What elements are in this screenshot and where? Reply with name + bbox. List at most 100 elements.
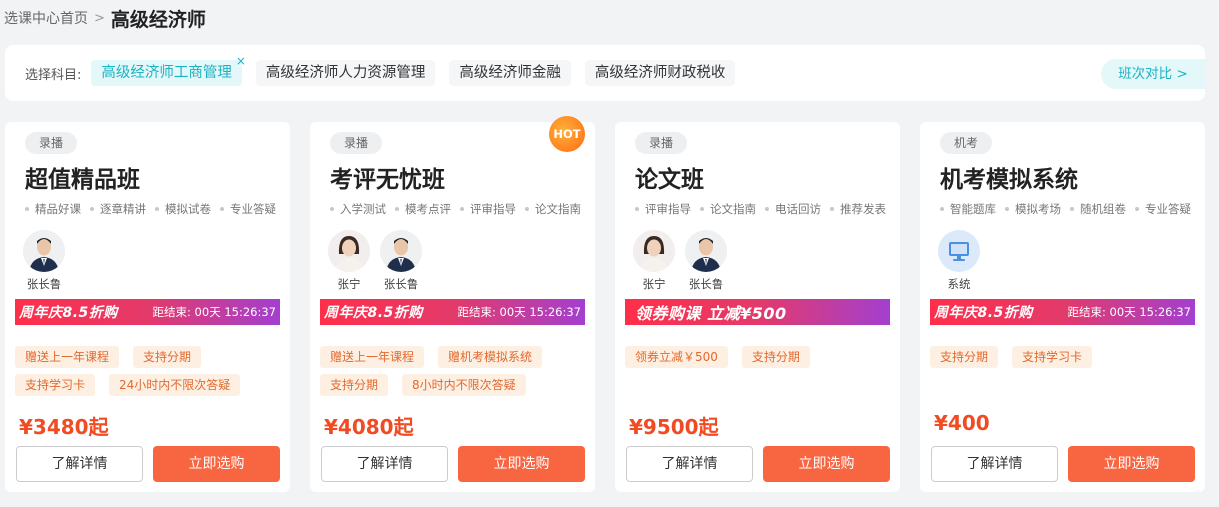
detail-button[interactable]: 了解详情 [16,446,143,482]
teacher[interactable]: 张宁 [326,230,372,292]
feature-item: 电话回访 [765,201,821,217]
buy-button[interactable]: 立即选购 [1068,446,1195,482]
buy-button[interactable]: 立即选购 [153,446,280,482]
teacher-name: 张长鲁 [383,277,419,291]
perk-tag: 8小时内不限次答疑 [402,374,526,396]
feature-item: 逐章精讲 [90,201,146,217]
feature-item: 模拟考场 [1005,201,1061,217]
course-type-badge: 录播 [25,132,77,154]
subject-label: 选择科目: [25,67,82,83]
teacher-list: 系统 [936,230,988,292]
course-features: 精品好课 逐章精讲 模拟试卷 专业答疑 [25,201,285,217]
teacher[interactable]: 张长鲁 [683,230,729,292]
avatar [633,230,675,272]
feature-item: 评审指导 [635,201,691,217]
buy-button[interactable]: 立即选购 [763,446,890,482]
feature-item: 智能题库 [940,201,996,217]
promo-banner: 周年庆8.5折购 距结束: 00天 15:26:37 [320,299,585,325]
promo-countdown: 距结束: 00天 15:26:37 [1067,305,1191,319]
promo-title: 周年庆8.5折购 [934,305,1033,321]
feature-item: 推荐发表 [830,201,886,217]
teacher[interactable]: 系统 [936,230,982,292]
subject-tag-label: 高级经济师工商管理 [101,65,232,81]
hot-badge: HOT [549,116,585,152]
breadcrumb-separator: > [94,10,105,26]
course-features: 入学测试 模考点评 评审指导 论文指南 [330,201,590,217]
perk-tag: 赠机考模拟系统 [438,346,543,368]
buy-button[interactable]: 立即选购 [458,446,585,482]
page-title: 高级经济师 [110,8,206,31]
teacher[interactable]: 张长鲁 [21,230,67,292]
teacher[interactable]: 张宁 [631,230,677,292]
course-title: 机考模拟系统 [940,167,1078,193]
course-title: 考评无忧班 [330,167,445,193]
perk-tag: 支持学习卡 [1012,346,1093,368]
subject-tag-fiscal-tax[interactable]: 高级经济师财政税收 [584,60,736,86]
course-type-badge: 录播 [330,132,382,154]
avatar [328,230,370,272]
detail-button[interactable]: 了解详情 [321,446,448,482]
detail-button[interactable]: 了解详情 [931,446,1058,482]
feature-item: 入学测试 [330,201,386,217]
feature-item: 论文指南 [525,201,581,217]
feature-item: 精品好课 [25,201,81,217]
subject-filter-bar: 选择科目: 高级经济师工商管理 × 高级经济师人力资源管理 高级经济师金融 高级… [5,45,1205,101]
perk-tag: 支持学习卡 [15,374,96,396]
promo-title: 周年庆8.5折购 [324,305,423,321]
course-card-premium: 录播 超值精品班 精品好课 逐章精讲 模拟试卷 专业答疑 张长鲁 周年庆8.5折… [5,122,290,492]
perk-list: 支持分期 支持学习卡 [930,346,1198,374]
perk-tag: 支持分期 [930,346,999,368]
perk-list: 赠送上一年课程 支持分期 支持学习卡 24小时内不限次答疑 [15,346,283,402]
avatar [380,230,422,272]
teacher-name: 系统 [947,277,971,291]
promo-title: 周年庆8.5折购 [19,305,118,321]
feature-item: 论文指南 [700,201,756,217]
course-title: 论文班 [635,167,704,193]
feature-item: 模考点评 [395,201,451,217]
teacher-list: 张长鲁 [21,230,73,292]
avatar [685,230,727,272]
teacher[interactable]: 张长鲁 [378,230,424,292]
perk-list: 赠送上一年课程 赠机考模拟系统 支持分期 8小时内不限次答疑 [320,346,588,402]
course-title: 超值精品班 [25,167,140,193]
teacher-name: 张长鲁 [688,277,724,291]
detail-button[interactable]: 了解详情 [626,446,753,482]
perk-tag: 赠送上一年课程 [15,346,120,368]
subject-tag-business-admin[interactable]: 高级经济师工商管理 × [91,54,246,86]
feature-item: 评审指导 [460,201,516,217]
breadcrumb: 选课中心首页 > 高级经济师 [4,4,206,32]
subject-tag-finance[interactable]: 高级经济师金融 [449,60,571,86]
course-card-exam-simulator: 机考 机考模拟系统 智能题库 模拟考场 随机组卷 专业答疑 系统 周年庆8.5折… [920,122,1205,492]
feature-item: 专业答疑 [220,201,276,217]
subject-tag-human-resources[interactable]: 高级经济师人力资源管理 [255,60,436,86]
breadcrumb-home-link[interactable]: 选课中心首页 [4,8,88,28]
perk-tag: 24小时内不限次答疑 [109,374,241,396]
course-card-worry-free: 录播 HOT 考评无忧班 入学测试 模考点评 评审指导 论文指南 张宁 张长鲁 … [310,116,595,492]
course-type-badge: 录播 [635,132,687,154]
teacher-name: 张宁 [642,277,666,291]
perk-tag: 支持分期 [320,374,389,396]
course-features: 智能题库 模拟考场 随机组卷 专业答疑 [940,201,1200,217]
course-price: ¥9500起 [629,415,719,439]
teacher-name: 张长鲁 [26,277,62,291]
perk-list: 领券立减￥500 支持分期 [625,346,893,374]
promo-banner: 领券购课 立减¥500 [625,299,890,325]
teacher-list: 张宁 张长鲁 [326,230,430,292]
course-price: ¥3480起 [19,415,109,439]
course-price: ¥4080起 [324,415,414,439]
class-compare-button[interactable]: 班次对比 > [1101,59,1205,89]
feature-item: 专业答疑 [1135,201,1191,217]
monitor-icon [938,230,980,272]
perk-tag: 支持分期 [133,346,202,368]
promo-banner: 周年庆8.5折购 距结束: 00天 15:26:37 [15,299,280,325]
course-features: 评审指导 论文指南 电话回访 推荐发表 [635,201,895,217]
close-icon[interactable]: × [236,54,246,68]
perk-tag: 领券立减￥500 [625,346,728,368]
course-card-thesis: 录播 论文班 评审指导 论文指南 电话回访 推荐发表 张宁 张长鲁 领券购课 立… [615,122,900,492]
course-price: ¥400 [934,411,990,435]
promo-countdown: 距结束: 00天 15:26:37 [152,305,276,319]
teacher-list: 张宁 张长鲁 [631,230,735,292]
feature-item: 模拟试卷 [155,201,211,217]
perk-tag: 赠送上一年课程 [320,346,425,368]
promo-banner: 周年庆8.5折购 距结束: 00天 15:26:37 [930,299,1195,325]
